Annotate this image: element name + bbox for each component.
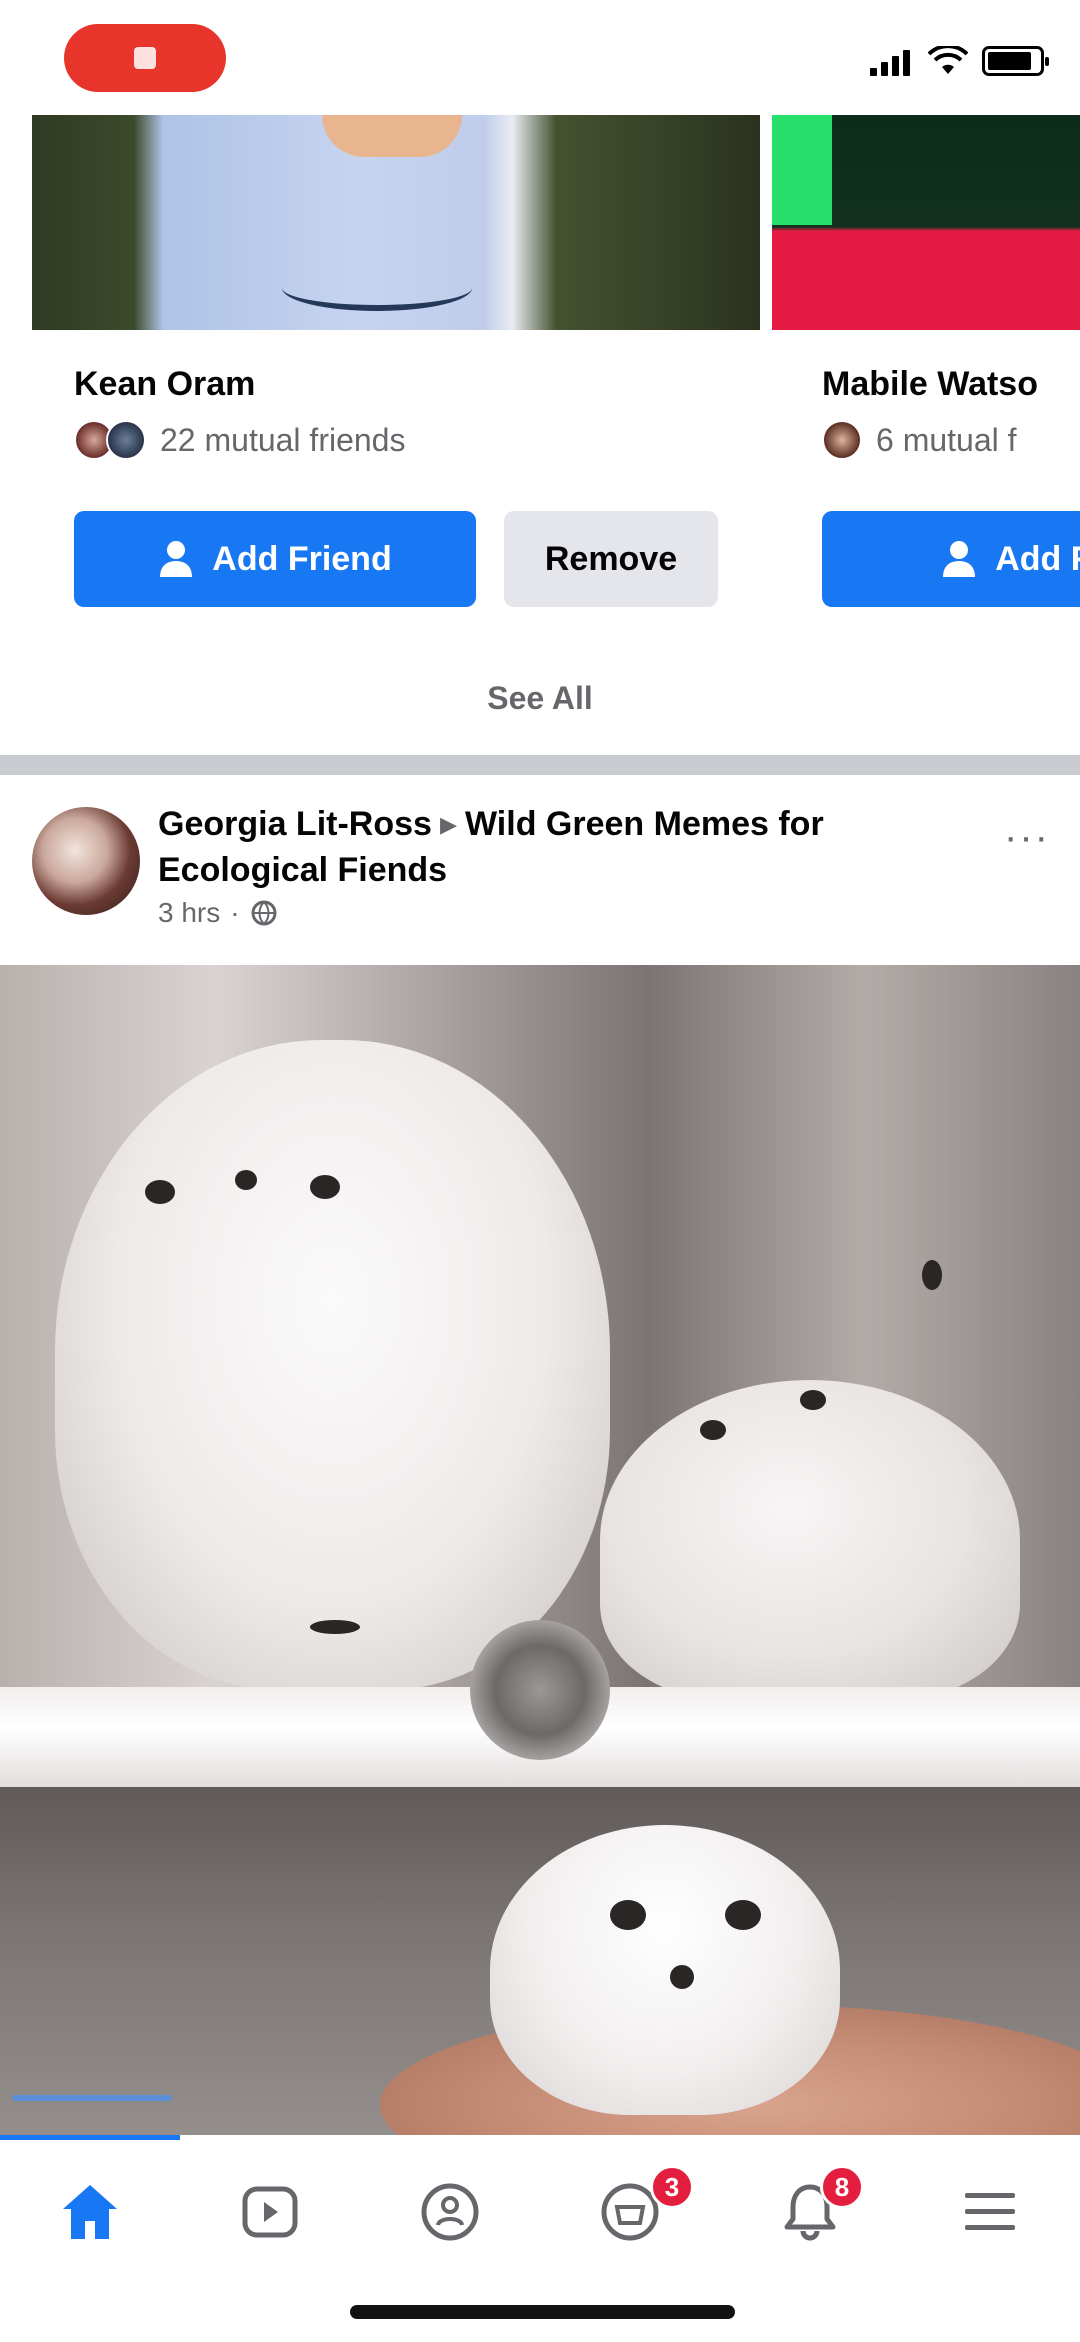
tab-groups[interactable] bbox=[360, 2157, 540, 2267]
meta-separator: · bbox=[230, 897, 240, 928]
see-all-link[interactable]: See All bbox=[0, 680, 1080, 717]
owl-figurine bbox=[55, 1040, 610, 1690]
post-title: Georgia Lit-Ross ▸ Wild Green Memes for Ec… bbox=[158, 801, 918, 893]
watch-icon bbox=[242, 2186, 298, 2238]
add-friend-button[interactable]: Add Friend bbox=[74, 511, 476, 607]
group-arrow-icon: ▸ bbox=[439, 805, 458, 843]
record-icon bbox=[134, 47, 156, 69]
post-time[interactable]: 3 hrs bbox=[158, 897, 220, 929]
mutual-friends-count: 6 mutual f bbox=[876, 421, 1017, 458]
signal-icon bbox=[870, 46, 914, 76]
notifications-badge: 8 bbox=[820, 2165, 864, 2209]
post-meta: 3 hrs · bbox=[158, 897, 278, 929]
status-bar bbox=[0, 0, 1080, 115]
suggestion-name[interactable]: Kean Oram bbox=[74, 365, 255, 404]
section-divider bbox=[0, 755, 1080, 775]
suggestion-photo[interactable] bbox=[32, 115, 760, 330]
groups-icon bbox=[421, 2183, 479, 2241]
friend-suggestion-card[interactable]: Kean Oram 22 mutual friends Add Friend R… bbox=[32, 115, 760, 635]
add-friend-button[interactable]: Add Fr bbox=[822, 511, 1080, 607]
status-icons bbox=[870, 46, 1049, 76]
add-person-icon bbox=[160, 541, 193, 577]
wifi-icon bbox=[928, 46, 968, 74]
add-friend-label: Add Friend bbox=[212, 539, 392, 578]
mutual-friends: 22 mutual friends bbox=[74, 420, 405, 460]
remove-button[interactable]: Remove bbox=[504, 511, 718, 607]
mutual-friend-avatar bbox=[822, 420, 862, 460]
tab-marketplace[interactable]: 3 bbox=[540, 2157, 720, 2267]
post-more-button[interactable]: ··· bbox=[1004, 815, 1050, 860]
mutual-friends: 6 mutual f bbox=[822, 420, 1017, 460]
owl-figurine bbox=[490, 1825, 840, 2115]
active-tab-indicator bbox=[0, 2135, 180, 2140]
people-you-may-know-carousel[interactable]: Kean Oram 22 mutual friends Add Friend R… bbox=[0, 115, 1080, 755]
add-friend-label: Add Fr bbox=[995, 539, 1080, 578]
video-progress-bar[interactable] bbox=[12, 2095, 172, 2101]
tab-menu[interactable] bbox=[900, 2157, 1080, 2267]
marketplace-badge: 3 bbox=[650, 2165, 694, 2209]
battery-icon bbox=[982, 46, 1049, 76]
post-header: Georgia Lit-Ross ▸ Wild Green Memes for Ec… bbox=[0, 775, 1080, 965]
add-person-icon bbox=[943, 541, 976, 577]
author-avatar[interactable] bbox=[32, 807, 140, 915]
owl-figurine bbox=[600, 1380, 1020, 1700]
suggestion-name[interactable]: Mabile Watso bbox=[822, 365, 1038, 404]
tab-notifications[interactable]: 8 bbox=[720, 2157, 900, 2267]
screen-recording-indicator[interactable] bbox=[64, 24, 226, 92]
suggestion-photo[interactable] bbox=[772, 115, 1080, 330]
public-globe-icon bbox=[251, 900, 277, 926]
tab-home[interactable] bbox=[0, 2157, 180, 2267]
mutual-friends-count: 22 mutual friends bbox=[160, 421, 406, 458]
tab-watch[interactable] bbox=[180, 2157, 360, 2267]
post-photo[interactable] bbox=[0, 965, 1080, 2135]
mutual-friend-avatar bbox=[106, 420, 146, 460]
wall-spot bbox=[922, 1260, 942, 1290]
menu-icon bbox=[965, 2193, 1015, 2230]
home-icon bbox=[63, 2185, 117, 2239]
post-author[interactable]: Georgia Lit-Ross bbox=[158, 805, 432, 843]
friend-suggestion-card[interactable]: Mabile Watso 6 mutual f Add Fr bbox=[772, 115, 1080, 635]
coin bbox=[470, 1620, 610, 1760]
home-indicator[interactable] bbox=[350, 2305, 735, 2319]
